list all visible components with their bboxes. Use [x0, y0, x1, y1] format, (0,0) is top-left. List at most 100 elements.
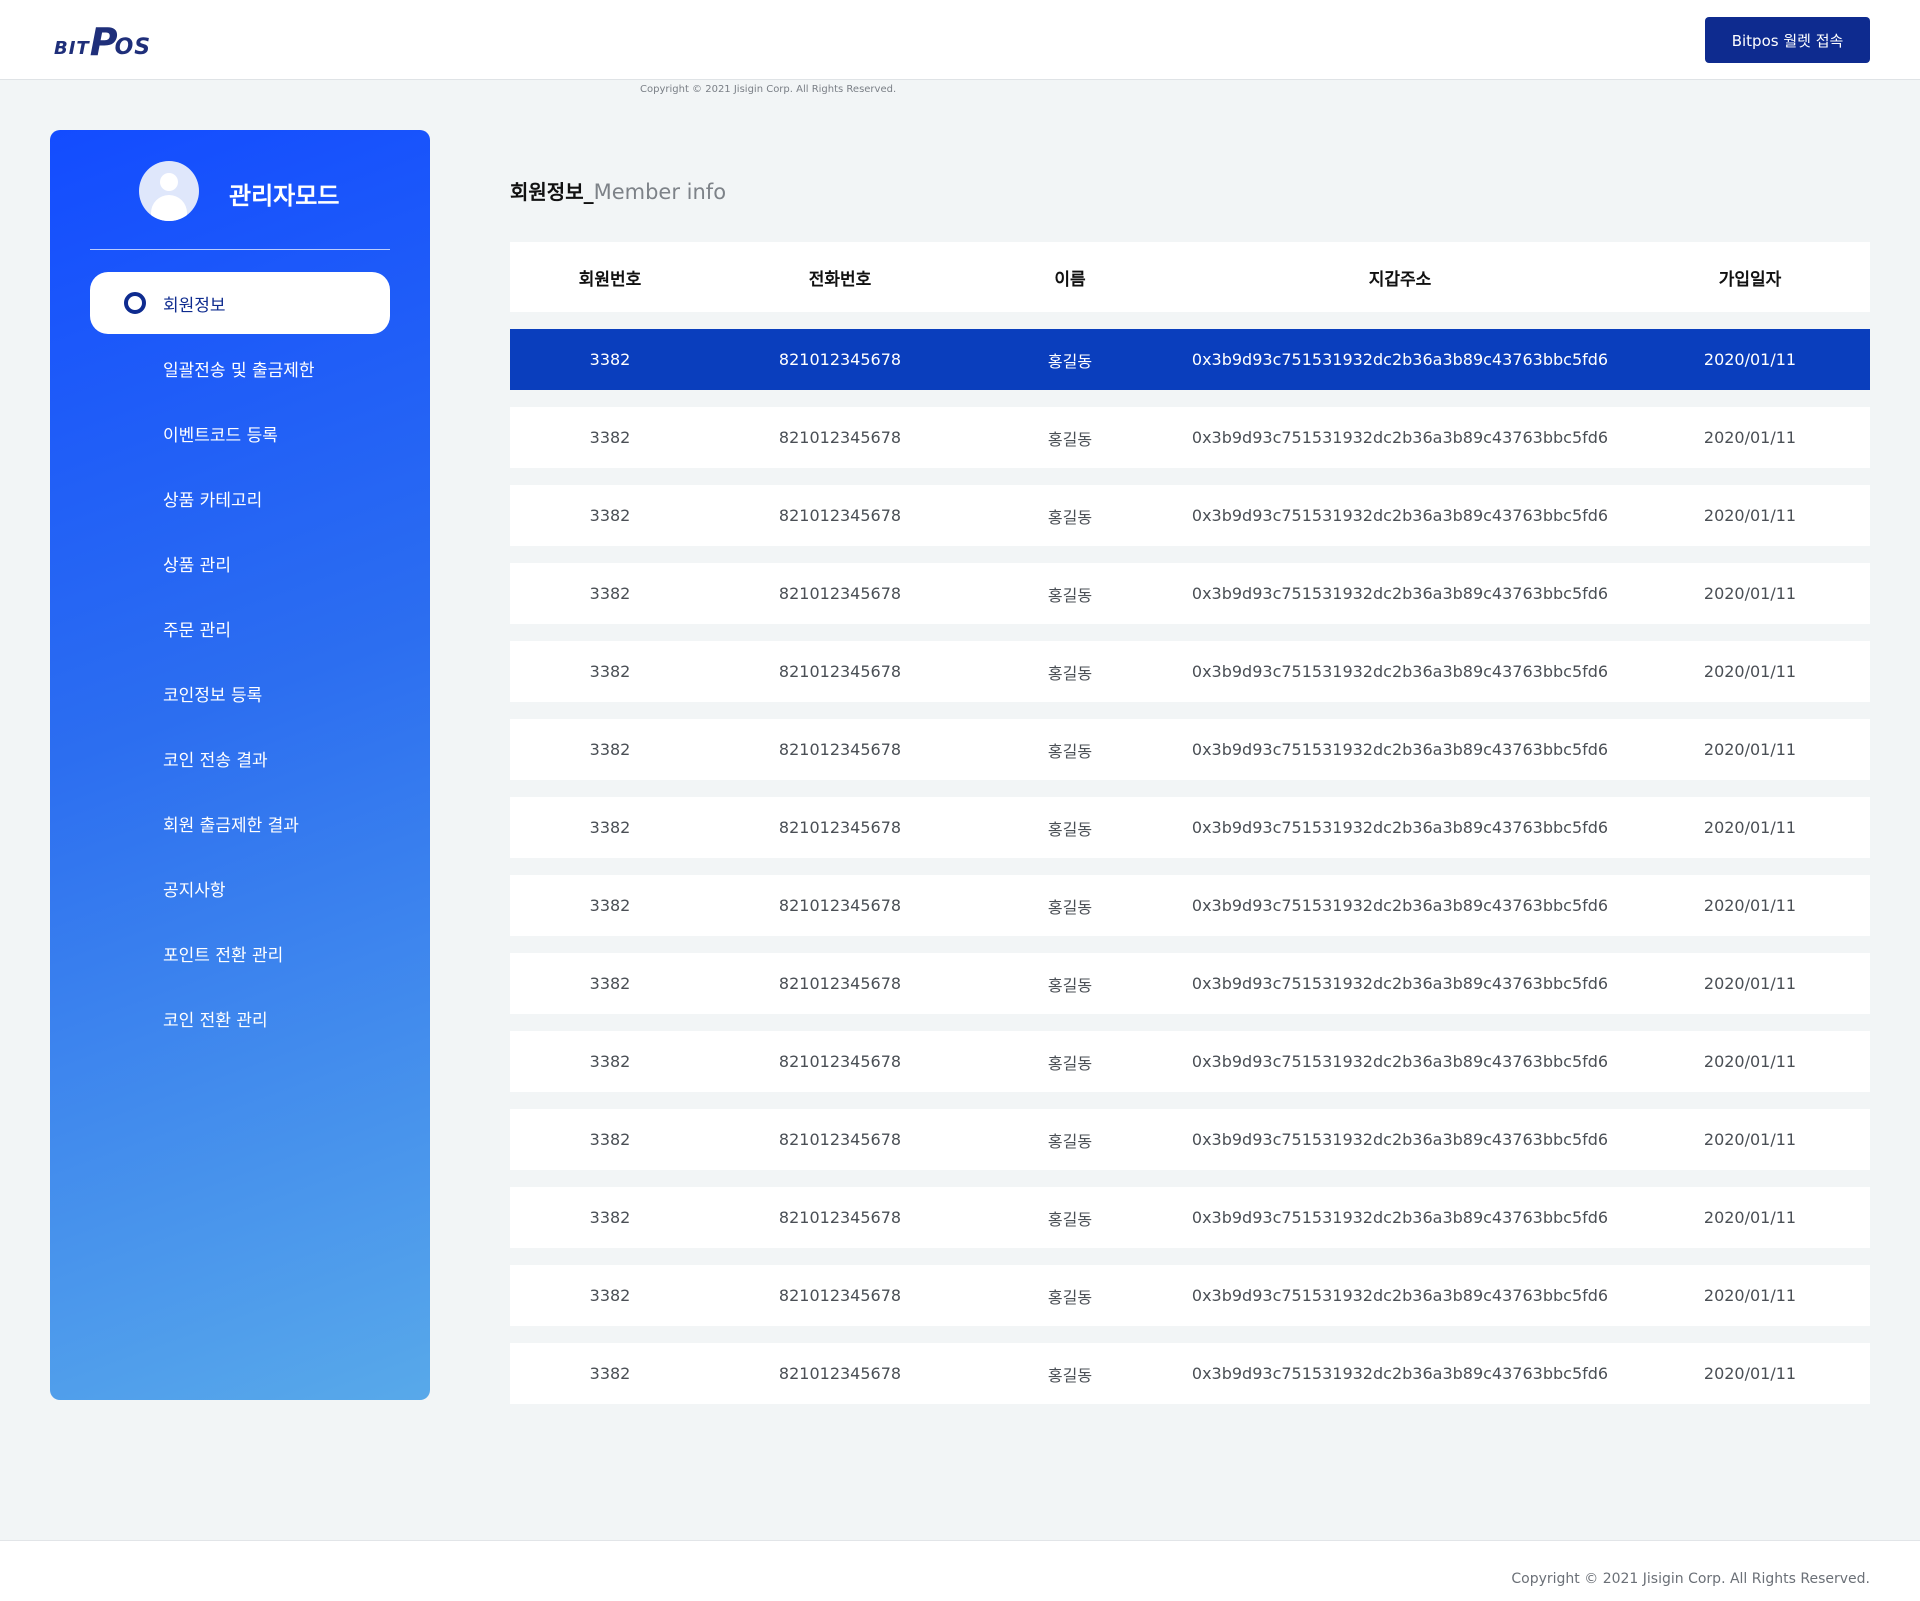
cell-phone: 821012345678 [778, 896, 902, 915]
table-row[interactable]: 3382 821012345678 홍길동 0x3b9d93c751531932dc2… [510, 641, 1870, 702]
cell-join-date: 2020/01/11 [1703, 1052, 1797, 1071]
logo-p-text: P [89, 20, 118, 64]
active-indicator-icon [124, 292, 146, 314]
sidebar-item[interactable]: 주문 관리 [90, 597, 390, 659]
cell-member-no: 3382 [589, 350, 631, 369]
table-row[interactable]: 3382 821012345678 홍길동 0x3b9d93c751531932dc2… [510, 719, 1870, 780]
cell-phone: 821012345678 [778, 1130, 902, 1149]
table-row[interactable]: 3382 821012345678 홍길동 0x3b9d93c751531932dc2… [510, 875, 1870, 936]
cell-phone: 821012345678 [778, 428, 902, 447]
cell-member-no: 3382 [589, 818, 631, 837]
cell-wallet-address: 0x3b9d93c751531932dc2b36a3b89c43763bbc5f… [1191, 1364, 1609, 1383]
sidebar-item[interactable]: 상품 관리 [90, 532, 390, 594]
cell-phone: 821012345678 [778, 974, 902, 993]
cell-name: 홍길동 [1047, 429, 1093, 449]
logo-bit-text: BIT [54, 38, 90, 59]
cell-wallet-address: 0x3b9d93c751531932dc2b36a3b89c43763bbc5f… [1191, 428, 1609, 447]
avatar-body [151, 195, 187, 221]
sidebar-item[interactable]: 상품 카테고리 [90, 467, 390, 529]
cell-join-date: 2020/01/11 [1703, 584, 1797, 603]
cell-wallet-address: 0x3b9d93c751531932dc2b36a3b89c43763bbc5f… [1191, 974, 1609, 993]
sidebar-item[interactable]: 이벤트코드 등록 [90, 402, 390, 464]
footer-copyright: Copyright © 2021 Jisigin Corp. All Right… [1511, 1571, 1870, 1587]
cell-name: 홍길동 [1047, 1131, 1093, 1151]
sidebar-item-label: 회원 출금제한 결과 [163, 815, 299, 836]
cell-join-date: 2020/01/11 [1703, 1364, 1797, 1383]
page-title-korean: 회원정보_ [510, 180, 594, 204]
footer: Copyright © 2021 Jisigin Corp. All Right… [0, 1540, 1920, 1601]
cell-member-no: 3382 [589, 1208, 631, 1227]
table-body: 3382 821012345678 홍길동 0x3b9d93c751531932dc2… [510, 329, 1870, 1404]
column-header-wallet-address: 지갑주소 [1368, 269, 1432, 290]
table-row[interactable]: 3382 821012345678 홍길동 0x3b9d93c751531932dc2… [510, 953, 1870, 1014]
column-header-join-date: 가입일자 [1718, 269, 1782, 290]
cell-wallet-address: 0x3b9d93c751531932dc2b36a3b89c43763bbc5f… [1191, 1130, 1609, 1149]
cell-phone: 821012345678 [778, 1364, 902, 1383]
sidebar-item[interactable]: 일괄전송 및 출금제한 [90, 337, 390, 399]
column-header-phone: 전화번호 [808, 269, 872, 290]
sidebar-item-label: 회원정보 [163, 295, 226, 316]
cell-wallet-address: 0x3b9d93c751531932dc2b36a3b89c43763bbc5f… [1191, 506, 1609, 525]
cell-name: 홍길동 [1047, 1365, 1093, 1385]
cell-join-date: 2020/01/11 [1703, 428, 1797, 447]
member-table: 회원번호 전화번호 이름 지갑주소 가입일자 3382 821012345678 홍… [510, 242, 1870, 1421]
sidebar-item-label: 코인 전송 결과 [163, 750, 268, 771]
cell-phone: 821012345678 [778, 1052, 902, 1071]
cell-name: 홍길동 [1047, 741, 1093, 761]
column-header-member-no: 회원번호 [578, 269, 642, 290]
sidebar-menu: 회원정보일괄전송 및 출금제한 이벤트코드 등록상품 카테고리상품 관리주문 관리… [90, 272, 390, 1052]
sidebar-item[interactable]: 코인 전환 관리 [90, 987, 390, 1049]
cell-join-date: 2020/01/11 [1703, 350, 1797, 369]
cell-member-no: 3382 [589, 1052, 631, 1071]
sidebar-item[interactable]: 포인트 전환 관리 [90, 922, 390, 984]
admin-mode-title: 관리자모드 [229, 182, 340, 210]
cell-member-no: 3382 [589, 506, 631, 525]
table-row[interactable]: 3382 821012345678 홍길동 0x3b9d93c751531932dc2… [510, 407, 1870, 468]
sidebar-item[interactable]: 회원정보 [90, 272, 390, 334]
wallet-connect-button[interactable]: Bitpos 월렛 접속 [1705, 17, 1870, 63]
bitpos-logo[interactable]: BIT P OS [54, 20, 151, 64]
cell-phone: 821012345678 [778, 662, 902, 681]
sidebar-item[interactable]: 공지사항 [90, 857, 390, 919]
cell-wallet-address: 0x3b9d93c751531932dc2b36a3b89c43763bbc5f… [1191, 818, 1609, 837]
sidebar-divider [90, 249, 390, 250]
cell-join-date: 2020/01/11 [1703, 662, 1797, 681]
avatar-head [160, 173, 178, 191]
table-row[interactable]: 3382 821012345678 홍길동 0x3b9d93c751531932dc2… [510, 1187, 1870, 1248]
sidebar-item-label: 주문 관리 [163, 620, 231, 641]
cell-wallet-address: 0x3b9d93c751531932dc2b36a3b89c43763bbc5f… [1191, 740, 1609, 759]
cell-phone: 821012345678 [778, 506, 902, 525]
table-header: 회원번호 전화번호 이름 지갑주소 가입일자 [510, 242, 1870, 312]
cell-wallet-address: 0x3b9d93c751531932dc2b36a3b89c43763bbc5f… [1191, 662, 1609, 681]
cell-member-no: 3382 [589, 896, 631, 915]
cell-phone: 821012345678 [778, 350, 902, 369]
cell-name: 홍길동 [1047, 1053, 1093, 1073]
table-row[interactable]: 3382 821012345678 홍길동 0x3b9d93c751531932dc2… [510, 485, 1870, 546]
sidebar-item-label: 상품 카테고리 [163, 490, 263, 511]
cell-phone: 821012345678 [778, 818, 902, 837]
column-header-name: 이름 [1054, 269, 1086, 290]
cell-member-no: 3382 [589, 662, 631, 681]
table-row[interactable]: 3382 821012345678 홍길동 0x3b9d93c751531932dc2… [510, 1343, 1870, 1404]
cell-member-no: 3382 [589, 584, 631, 603]
table-row[interactable]: 3382 821012345678 홍길동 0x3b9d93c751531932dc2… [510, 1031, 1870, 1092]
top-header: BIT P OS Bitpos 월렛 접속 [0, 0, 1920, 80]
sidebar-item[interactable]: 코인정보 등록 [90, 662, 390, 724]
sidebar: 관리자모드 회원정보일괄전송 및 출금제한 이벤트코드 등록상품 카테고리상품 관… [50, 130, 430, 1400]
cell-name: 홍길동 [1047, 663, 1093, 683]
table-row[interactable]: 3382 821012345678 홍길동 0x3b9d93c751531932dc2… [510, 329, 1870, 390]
table-row[interactable]: 3382 821012345678 홍길동 0x3b9d93c751531932dc2… [510, 1109, 1870, 1170]
sidebar-item[interactable]: 코인 전송 결과 [90, 727, 390, 789]
sidebar-item[interactable]: 회원 출금제한 결과 [90, 792, 390, 854]
cell-join-date: 2020/01/11 [1703, 1130, 1797, 1149]
cell-wallet-address: 0x3b9d93c751531932dc2b36a3b89c43763bbc5f… [1191, 1208, 1609, 1227]
table-row[interactable]: 3382 821012345678 홍길동 0x3b9d93c751531932dc2… [510, 563, 1870, 624]
cell-name: 홍길동 [1047, 585, 1093, 605]
sidebar-item-label: 포인트 전환 관리 [163, 945, 284, 966]
cell-name: 홍길동 [1047, 1287, 1093, 1307]
cell-join-date: 2020/01/11 [1703, 1208, 1797, 1227]
cell-phone: 821012345678 [778, 1208, 902, 1227]
table-row[interactable]: 3382 821012345678 홍길동 0x3b9d93c751531932dc2… [510, 797, 1870, 858]
cell-wallet-address: 0x3b9d93c751531932dc2b36a3b89c43763bbc5f… [1191, 1052, 1609, 1071]
table-row[interactable]: 3382 821012345678 홍길동 0x3b9d93c751531932dc2… [510, 1265, 1870, 1326]
